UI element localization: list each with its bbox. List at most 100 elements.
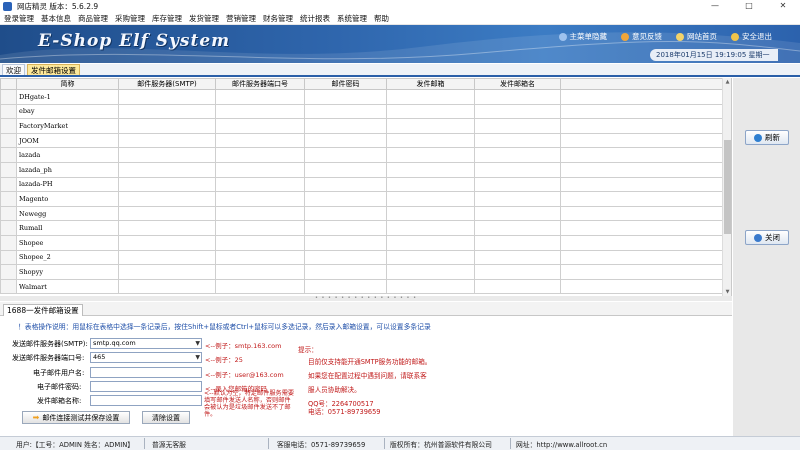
row-header[interactable]	[0, 234, 17, 251]
row-header[interactable]	[0, 103, 17, 120]
cell-sender-name[interactable]	[474, 205, 561, 222]
cell-password[interactable]	[304, 132, 387, 149]
cell-smtp[interactable]	[118, 132, 216, 149]
cell-shortname[interactable]: DHgate-1	[16, 89, 119, 105]
table-row[interactable]: Walmart	[0, 278, 723, 295]
row-header[interactable]	[0, 264, 17, 280]
cell-port[interactable]	[215, 103, 305, 120]
table-row[interactable]: Newegg	[0, 205, 723, 222]
cell-port[interactable]	[215, 249, 305, 266]
table-row[interactable]: lazada	[0, 147, 723, 163]
cell-password[interactable]	[304, 176, 387, 193]
username-input[interactable]	[90, 367, 202, 378]
scrollbar-thumb[interactable]	[724, 140, 731, 234]
close-button[interactable]: 关闭	[745, 230, 789, 245]
table-row[interactable]: lazada_ph	[0, 161, 723, 178]
cell-shortname[interactable]: FactoryMarket	[16, 118, 119, 134]
col-header-smtp[interactable]: 邮件服务器(SMTP)	[118, 78, 216, 90]
password-input[interactable]	[90, 381, 202, 392]
menu-inventory[interactable]: 库存管理	[152, 13, 182, 24]
cell-password[interactable]	[304, 205, 387, 222]
cell-sender-email[interactable]	[386, 132, 475, 149]
cell-sender-name[interactable]	[474, 161, 561, 178]
cell-shortname[interactable]: Shopee	[16, 234, 119, 251]
cell-shortname[interactable]: Walmart	[16, 278, 119, 295]
cell-smtp[interactable]	[118, 176, 216, 193]
menu-system[interactable]: 系统管理	[337, 13, 367, 24]
panel-splitter-handle[interactable]: • • • • • • • • • • • • • • • •	[0, 296, 732, 301]
menu-finance[interactable]: 财务管理	[263, 13, 293, 24]
cell-shortname[interactable]: Newegg	[16, 205, 119, 222]
row-header[interactable]	[0, 118, 17, 134]
tab-welcome[interactable]: 欢迎	[2, 64, 25, 75]
cell-sender-email[interactable]	[386, 234, 475, 251]
row-header[interactable]	[0, 249, 17, 266]
cell-password[interactable]	[304, 278, 387, 295]
cell-smtp[interactable]	[118, 161, 216, 178]
cell-sender-name[interactable]	[474, 249, 561, 266]
cell-port[interactable]	[215, 89, 305, 105]
cell-port[interactable]	[215, 205, 305, 222]
cell-smtp[interactable]	[118, 278, 216, 295]
table-row[interactable]: Shopee	[0, 234, 723, 251]
cell-password[interactable]	[304, 161, 387, 178]
grid-vertical-scrollbar[interactable]: ▲ ▼	[722, 78, 731, 296]
table-row[interactable]: JOOM	[0, 132, 723, 149]
cell-sender-name[interactable]	[474, 176, 561, 193]
cell-shortname[interactable]: lazada_ph	[16, 161, 119, 178]
row-header[interactable]	[0, 89, 17, 105]
cell-port[interactable]	[215, 264, 305, 280]
col-header-port[interactable]: 邮件服务器端口号	[215, 78, 305, 90]
cell-port[interactable]	[215, 234, 305, 251]
row-header[interactable]	[0, 220, 17, 236]
table-row[interactable]: Rumall	[0, 220, 723, 236]
cell-sender-email[interactable]	[386, 264, 475, 280]
cell-sender-email[interactable]	[386, 103, 475, 120]
menu-shipping[interactable]: 发货管理	[189, 13, 219, 24]
tab-sender-email-settings[interactable]: 发件邮箱设置	[27, 64, 80, 75]
cell-sender-name[interactable]	[474, 234, 561, 251]
cell-sender-name[interactable]	[474, 264, 561, 280]
cell-smtp[interactable]	[118, 264, 216, 280]
table-row[interactable]: FactoryMarket	[0, 118, 723, 134]
cell-sender-email[interactable]	[386, 176, 475, 193]
feedback-link[interactable]: 意见反馈	[621, 31, 662, 42]
menu-basic-info[interactable]: 基本信息	[41, 13, 71, 24]
cell-smtp[interactable]	[118, 118, 216, 134]
cell-smtp[interactable]	[118, 147, 216, 163]
cell-sender-name[interactable]	[474, 89, 561, 105]
cell-port[interactable]	[215, 278, 305, 295]
table-row[interactable]: ebay	[0, 103, 723, 120]
test-and-save-button[interactable]: ➡ 邮件连接测试并保存设置	[22, 411, 130, 424]
row-header[interactable]	[0, 191, 17, 207]
cell-sender-email[interactable]	[386, 118, 475, 134]
cell-password[interactable]	[304, 234, 387, 251]
col-header-shortname[interactable]: 简称	[16, 78, 119, 90]
col-header-password[interactable]: 邮件密码	[304, 78, 387, 90]
cell-shortname[interactable]: lazada-PH	[16, 176, 119, 193]
cell-sender-name[interactable]	[474, 132, 561, 149]
menu-login[interactable]: 登录管理	[4, 13, 34, 24]
maximize-button[interactable]: □	[732, 0, 766, 12]
cell-sender-email[interactable]	[386, 220, 475, 236]
table-row[interactable]: Magento	[0, 191, 723, 207]
cell-port[interactable]	[215, 147, 305, 163]
table-row[interactable]: DHgate-1	[0, 89, 723, 105]
scroll-up-arrow-icon[interactable]: ▲	[723, 78, 731, 86]
cell-smtp[interactable]	[118, 103, 216, 120]
cell-shortname[interactable]: Magento	[16, 191, 119, 207]
row-header[interactable]	[0, 176, 17, 193]
cell-sender-email[interactable]	[386, 205, 475, 222]
cell-password[interactable]	[304, 191, 387, 207]
menu-products[interactable]: 商品管理	[78, 13, 108, 24]
menu-help[interactable]: 帮助	[374, 13, 389, 24]
menu-reports[interactable]: 统计报表	[300, 13, 330, 24]
row-header[interactable]	[0, 132, 17, 149]
cell-password[interactable]	[304, 249, 387, 266]
sender-name-input[interactable]	[90, 395, 202, 406]
col-header-sender-name[interactable]: 发件邮箱名	[474, 78, 561, 90]
cell-password[interactable]	[304, 103, 387, 120]
cell-sender-email[interactable]	[386, 249, 475, 266]
cell-sender-name[interactable]	[474, 103, 561, 120]
cell-shortname[interactable]: Shopyy	[16, 264, 119, 280]
